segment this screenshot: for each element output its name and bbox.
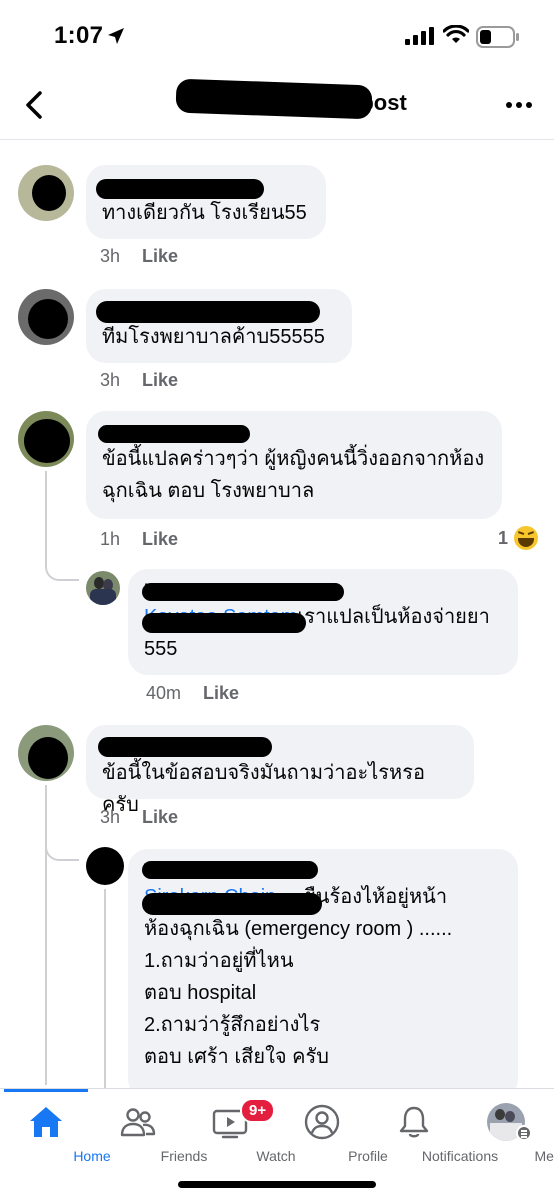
thread-connector xyxy=(45,551,79,581)
friends-icon xyxy=(120,1108,156,1137)
like-button[interactable]: Like xyxy=(142,370,178,390)
tab-home[interactable]: Home xyxy=(0,1089,111,1169)
reply-text-line: ห้องฉุกเฉิน (emergency room ) ...... xyxy=(144,918,453,940)
redaction-mark xyxy=(142,861,318,879)
tab-friends[interactable]: Friends xyxy=(92,1089,207,1169)
tab-notifications[interactable]: Notifications xyxy=(368,1089,498,1169)
like-button[interactable]: Like xyxy=(142,246,178,266)
location-arrow-icon xyxy=(108,28,124,44)
redaction-mark xyxy=(142,893,322,915)
wifi-icon xyxy=(443,25,469,43)
avatar[interactable] xyxy=(18,165,74,221)
reply-text-line: 1.ถามว่าอยู่ที่ไหน xyxy=(144,950,294,972)
tab-menu[interactable]: Menu xyxy=(460,1089,554,1169)
menu-lines-icon xyxy=(516,1125,532,1141)
like-button[interactable]: Like xyxy=(142,807,178,827)
avatar[interactable] xyxy=(86,571,120,605)
tab-watch[interactable]: 9+ Watch xyxy=(184,1089,296,1169)
reply-text-line: ตอบ hospital xyxy=(144,982,257,1004)
reply-bubble[interactable]: Wachira Su Sirakorn Chaip.... ยืนร้องไห้… xyxy=(128,849,518,1088)
thread-line xyxy=(45,785,47,1085)
redaction-mark xyxy=(142,583,344,601)
avatar[interactable] xyxy=(86,847,124,885)
comment-text: ข้อนี้แปลคร่าวๆว่า ผู้หญิงคนนี้วิ่งออกจา… xyxy=(102,448,485,502)
redaction-mark xyxy=(98,737,272,757)
battery-icon xyxy=(476,26,519,48)
status-time: 1:07 xyxy=(54,22,104,49)
bell-icon xyxy=(399,1106,429,1138)
comment-meta: 3h Like xyxy=(100,370,178,391)
cellular-signal-icon xyxy=(405,27,434,45)
avatar[interactable] xyxy=(18,411,74,467)
tab-label: Menu xyxy=(534,1148,554,1164)
comment-text: ทางเดียวกัน โรงเรียน55 xyxy=(102,202,307,224)
laugh-reaction-icon xyxy=(514,526,539,550)
more-dots-icon[interactable] xyxy=(504,98,534,112)
comment-time: 40m xyxy=(146,683,182,703)
comment-time: 3h xyxy=(100,370,121,390)
like-button[interactable]: Like xyxy=(142,529,178,549)
reaction-summary[interactable]: 1 xyxy=(498,526,539,550)
avatar[interactable] xyxy=(18,289,74,345)
comment-bubble[interactable]: Sriwat Kong ทางเดียวกัน โรงเรียน55 xyxy=(86,165,326,239)
comment-time: 3h xyxy=(100,807,121,827)
comment-time: 1h xyxy=(100,529,121,549)
comment-text: Kayatee Somtamเราแปลเป็นห้องจ่ายยา 555 xyxy=(144,606,490,660)
reaction-count: 1 xyxy=(498,527,509,548)
comment-meta: 3h Like xyxy=(100,807,178,828)
thread-connector xyxy=(45,837,79,861)
home-indicator xyxy=(178,1181,376,1188)
redaction-mark xyxy=(175,78,373,120)
watch-badge: 9+ xyxy=(240,1098,276,1123)
redaction-mark xyxy=(98,425,250,443)
redaction-mark xyxy=(96,301,320,323)
back-arrow-icon[interactable] xyxy=(20,88,50,122)
comment-time: 3h xyxy=(100,246,121,266)
comment-meta: 40m Like xyxy=(146,683,239,704)
tab-profile[interactable]: Profile xyxy=(276,1089,388,1169)
thread-line xyxy=(104,889,106,1088)
top-nav: W epost xyxy=(0,72,554,140)
redaction-mark xyxy=(142,613,306,633)
reply-text-line: 2.ถามว่ารู้สึกอย่างไร xyxy=(144,1014,321,1036)
comment-text: ทีมโรงพยาบาลค้าบ55555 xyxy=(102,326,325,348)
avatar[interactable] xyxy=(18,725,74,781)
status-bar: 1:07 xyxy=(0,0,554,72)
comment-meta: 1h Like xyxy=(100,529,178,550)
comments-feed[interactable]: Sriwat Kong ทางเดียวกัน โรงเรียน55 3h Lik… xyxy=(0,141,554,1088)
reply-text-line: ตอบ เศร้า เสียใจ ครับ xyxy=(144,1046,329,1068)
comment-meta: 3h Like xyxy=(100,246,178,267)
like-button[interactable]: Like xyxy=(203,683,239,703)
profile-icon xyxy=(304,1104,340,1140)
home-icon xyxy=(30,1107,62,1137)
redaction-mark xyxy=(96,179,264,199)
